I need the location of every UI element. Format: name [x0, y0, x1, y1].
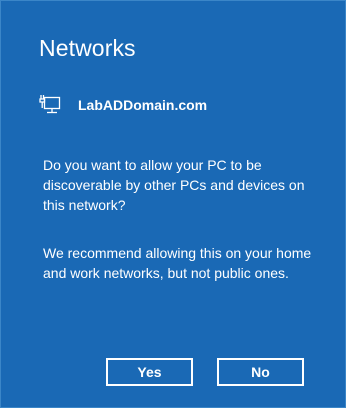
flyout-title: Networks	[39, 35, 136, 61]
wired-network-icon	[39, 94, 61, 116]
network-entry: LabADDomain.com	[39, 93, 207, 117]
no-button[interactable]: No	[217, 358, 304, 386]
discovery-recommendation: We recommend allowing this on your home …	[43, 245, 312, 281]
discovery-question: Do you want to allow your PC to be disco…	[43, 157, 305, 213]
networks-flyout: Networks LabADDomain.com Do you want to …	[0, 0, 346, 408]
yes-button[interactable]: Yes	[106, 358, 193, 386]
network-name: LabADDomain.com	[78, 97, 208, 113]
